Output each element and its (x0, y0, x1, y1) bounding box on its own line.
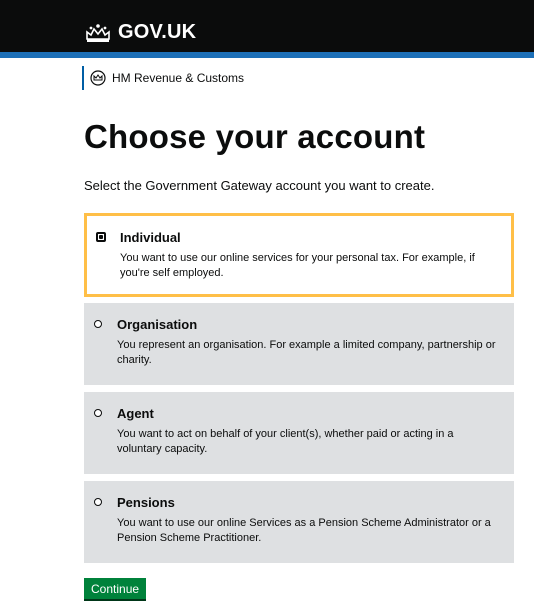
header-stripe (0, 52, 534, 58)
crown-icon (86, 23, 110, 42)
logo-text: GOV.UK (118, 21, 197, 43)
radio-pensions[interactable] (94, 498, 102, 506)
department-banner: HM Revenue & Customs (82, 66, 244, 90)
option-description: You want to use our online services for … (120, 252, 475, 280)
page-title: Choose your account (84, 118, 426, 155)
crest-icon (90, 70, 106, 86)
radio-individual[interactable] (96, 232, 106, 242)
radio-selected-dot (99, 235, 103, 239)
option-agent[interactable]: Agent You want to act on behalf of your … (84, 392, 514, 474)
option-organisation[interactable]: Organisation You represent an organisati… (84, 303, 514, 385)
continue-button[interactable]: Continue (84, 578, 147, 599)
radio-organisation[interactable] (94, 320, 102, 328)
page-intro: Select the Government Gateway account yo… (84, 178, 435, 193)
option-description: You want to act on behalf of your client… (117, 428, 454, 456)
option-title: Pensions (117, 495, 175, 510)
option-title: Organisation (117, 317, 198, 332)
option-description: You want to use our online Services as a… (117, 517, 491, 545)
option-individual[interactable]: Individual You want to use our online se… (84, 213, 514, 297)
department-name: HM Revenue & Customs (112, 71, 245, 85)
header-bar: GOV.UK (0, 0, 534, 52)
option-description: You represent an organisation. For examp… (117, 339, 496, 367)
radio-agent[interactable] (94, 409, 102, 417)
option-title: Agent (117, 406, 154, 421)
option-title: Individual (120, 230, 181, 245)
option-pensions[interactable]: Pensions You want to use our online Serv… (84, 481, 514, 563)
govuk-logo[interactable]: GOV.UK (84, 21, 196, 44)
